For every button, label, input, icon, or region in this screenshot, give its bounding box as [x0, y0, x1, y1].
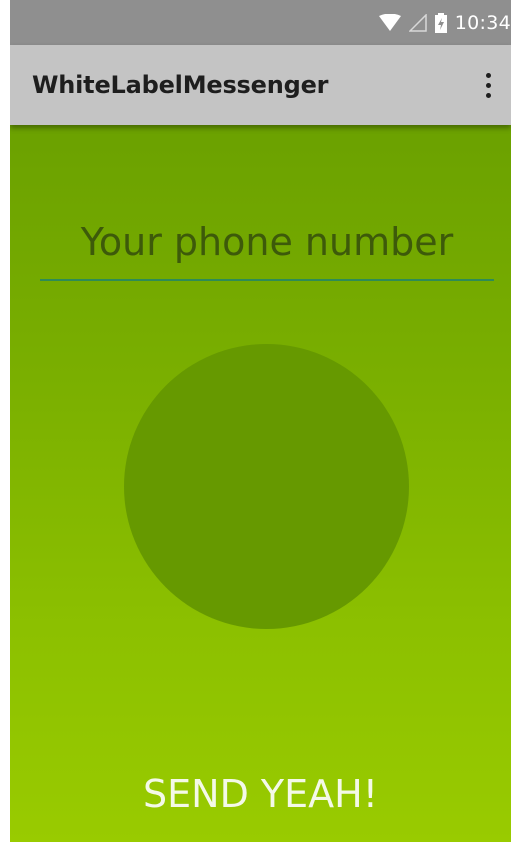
- overflow-dot: [485, 72, 491, 78]
- wifi-icon: [378, 14, 401, 31]
- overflow-dot: [485, 92, 491, 98]
- more-vert-icon[interactable]: [479, 69, 497, 101]
- app-screen: 10:34 WhiteLabelMessenger SEND YEAH!: [10, 0, 511, 842]
- status-icons: 10:34: [378, 11, 511, 35]
- status-bar: 10:34: [10, 0, 511, 45]
- send-button[interactable]: SEND YEAH!: [10, 764, 511, 824]
- battery-charging-icon: [434, 13, 447, 33]
- main-content: SEND YEAH!: [10, 125, 511, 842]
- overflow-dot: [485, 82, 491, 88]
- status-time: 10:34: [454, 12, 511, 34]
- phone-number-input[interactable]: [40, 205, 494, 281]
- app-title: WhiteLabelMessenger: [32, 71, 329, 99]
- signal-icon: [408, 14, 427, 32]
- app-bar: WhiteLabelMessenger: [10, 45, 511, 125]
- record-button[interactable]: [124, 344, 409, 629]
